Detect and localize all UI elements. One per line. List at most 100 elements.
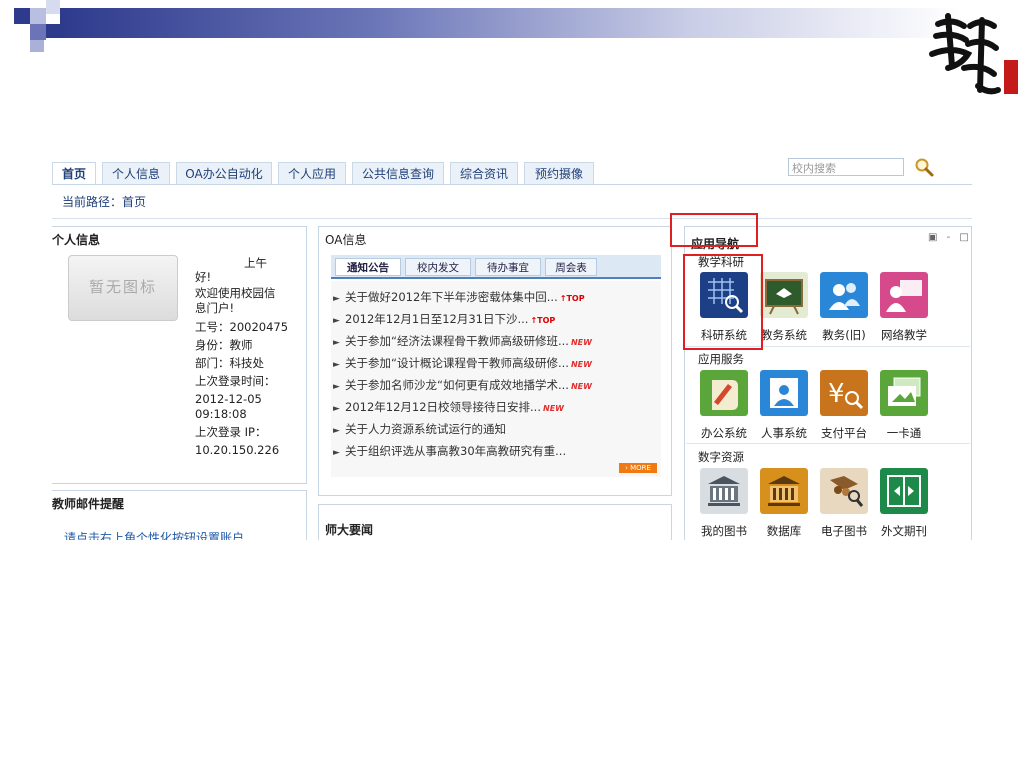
list-item[interactable]: ► 关于人力资源系统试运行的通知: [333, 421, 506, 439]
welcome-text: 欢迎使用校园信: [195, 286, 276, 300]
mail-setup-link[interactable]: 请点击右上角个性化按钮设置账户: [64, 529, 244, 540]
app-label: 一卡通: [886, 426, 922, 440]
more-button[interactable]: › MORE: [619, 463, 657, 473]
oa-info-panel: OA信息 通知公告 校内发文 待办事宜 周会表 ► 关于做好2012年下半年涉密载…: [318, 226, 672, 496]
highlight-box: [683, 254, 763, 350]
deco-square: [46, 24, 60, 38]
app-my-library[interactable]: 我的图书: [694, 468, 754, 540]
last-login-time: 09:18:08: [195, 407, 247, 421]
list-item[interactable]: ► 关于参加“设计概论课程骨干教师高级研修... NEW: [333, 355, 592, 373]
app-database[interactable]: 数据库: [754, 468, 814, 540]
new-badge: NEW: [570, 338, 592, 347]
app-ebooks[interactable]: 电子图书: [814, 468, 874, 540]
app-office-system[interactable]: 办公系统: [694, 370, 754, 442]
welcome-text: 息门户!: [195, 301, 235, 315]
journal-icon: [880, 468, 928, 514]
list-item[interactable]: ► 关于组织评选从事高教30年高教研究有重...: [333, 443, 566, 461]
tab-personal-info[interactable]: 个人信息: [102, 162, 170, 184]
bullet-arrow-icon: ►: [333, 448, 340, 458]
last-ip-label: 上次登录 IP：: [195, 425, 267, 439]
item-title: 2012年12月1日至12月31日下沙...: [345, 312, 529, 326]
app-academic-system[interactable]: 教务系统: [754, 272, 814, 344]
mail-reminder-panel: 教师邮件提醒 请点击右上角个性化按钮设置账户: [52, 490, 307, 540]
portal-screenshot: 首页 个人信息 OA办公自动化 个人应用 公共信息查询 综合资讯 预约摄像 校内…: [52, 148, 972, 540]
highlight-box: [670, 213, 758, 247]
oa-tabs: 通知公告 校内发文 待办事宜 周会表: [331, 255, 661, 279]
tab-oa[interactable]: OA办公自动化: [176, 162, 272, 184]
list-item[interactable]: ► 关于参加“经济法课程骨干教师高级研修班... NEW: [333, 333, 592, 351]
bullet-arrow-icon: ►: [333, 382, 340, 392]
list-item[interactable]: ► 关于做好2012年下半年涉密载体集中回... ↑TOP: [333, 289, 585, 307]
employee-id: 工号：20020475: [195, 320, 289, 334]
greeting-time: 上午: [244, 256, 267, 270]
app-label: 外文期刊: [881, 524, 927, 538]
scroll-icon: [700, 370, 748, 416]
panel-title: 个人信息: [52, 233, 101, 247]
greeting: 好!: [195, 270, 212, 284]
cards-icon: [880, 370, 928, 416]
app-academic-old[interactable]: 教务(旧): [814, 272, 874, 344]
news-panel: 师大要闻: [318, 504, 672, 540]
app-label: 网络教学: [881, 328, 927, 342]
tab-personal-apps[interactable]: 个人应用: [278, 162, 346, 184]
tab-home[interactable]: 首页: [52, 162, 96, 184]
search-input[interactable]: 校内搜索: [788, 158, 904, 176]
tab-news[interactable]: 综合资讯: [450, 162, 518, 184]
department: 部门：科技处: [195, 356, 264, 370]
list-item[interactable]: ► 2012年12月12日校领导接待日安排... NEW: [333, 399, 564, 417]
deco-square: [30, 24, 46, 40]
teacher-icon: [880, 272, 928, 318]
top-badge: ↑TOP: [559, 294, 585, 303]
top-badge: ↑TOP: [530, 316, 556, 325]
divider: [686, 443, 970, 444]
blackboard-icon: [760, 272, 808, 318]
list-item[interactable]: ► 2012年12月1日至12月31日下沙... ↑TOP: [333, 311, 555, 329]
list-item[interactable]: ► 关于参加名师沙龙“如何更有成效地播学术... NEW: [333, 377, 592, 395]
avatar: 暂无图标: [68, 255, 178, 321]
tab-public-query[interactable]: 公共信息查询: [352, 162, 444, 184]
section-title-resources: 数字资源: [698, 450, 744, 464]
top-nav: 首页 个人信息 OA办公自动化 个人应用 公共信息查询 综合资讯 预约摄像 校内…: [52, 154, 972, 185]
new-badge: NEW: [543, 404, 564, 413]
app-campus-card[interactable]: 一卡通: [874, 370, 934, 442]
search-icon[interactable]: [914, 157, 934, 177]
item-title: 关于参加“经济法课程骨干教师高级研修班...: [345, 334, 569, 348]
item-title: 关于参加名师沙龙“如何更有成效地播学术...: [345, 378, 569, 392]
app-hr-system[interactable]: 人事系统: [754, 370, 814, 442]
tab-internal-docs[interactable]: 校内发文: [405, 258, 471, 276]
last-ip-value: 10.20.150.226: [195, 443, 280, 457]
tab-weekly-meeting[interactable]: 周会表: [545, 258, 597, 276]
tab-todo[interactable]: 待办事宜: [475, 258, 541, 276]
ebook-icon: [820, 468, 868, 514]
library-icon: [700, 468, 748, 514]
tab-notices[interactable]: 通知公告: [335, 258, 401, 276]
app-online-teaching[interactable]: 网络教学: [874, 272, 934, 344]
item-title: 关于参加“设计概论课程骨干教师高级研修...: [345, 356, 569, 370]
bullet-arrow-icon: ►: [333, 294, 340, 304]
deco-square: [30, 8, 46, 24]
section-title-services: 应用服务: [698, 352, 744, 366]
users-icon: [820, 272, 868, 318]
item-title: 2012年12月12日校领导接待日安排...: [345, 400, 541, 414]
deco-square: [46, 0, 60, 14]
person-card-icon: [760, 370, 808, 416]
yen-search-icon: ¥: [820, 370, 868, 416]
personal-info-panel: 个人信息 暂无图标 上午 好! 欢迎使用校园信 息门户! 工号：20020475…: [52, 226, 307, 484]
tab-reserve-camera[interactable]: 预约摄像: [524, 162, 594, 184]
app-foreign-journals[interactable]: 外文期刊: [874, 468, 934, 540]
deco-square: [14, 8, 30, 24]
last-login-label: 上次登录时间：: [195, 374, 276, 388]
svg-text:¥: ¥: [828, 379, 845, 409]
app-payment-platform[interactable]: ¥ 支付平台: [814, 370, 874, 442]
last-login-date: 2012-12-05: [195, 392, 262, 406]
deco-square: [30, 40, 44, 52]
building-icon: [760, 468, 808, 514]
slide-header-bar: [0, 0, 1024, 52]
bullet-arrow-icon: ►: [333, 316, 340, 326]
new-badge: NEW: [570, 360, 592, 369]
oa-notice-list: ► 关于做好2012年下半年涉密载体集中回... ↑TOP ► 2012年12月1日至…: [331, 281, 661, 477]
panel-title: OA信息: [325, 233, 367, 247]
bullet-arrow-icon: ►: [333, 338, 340, 348]
panel-title: 教师邮件提醒: [52, 497, 125, 511]
panel-controls[interactable]: ▣ - □: [928, 232, 972, 243]
